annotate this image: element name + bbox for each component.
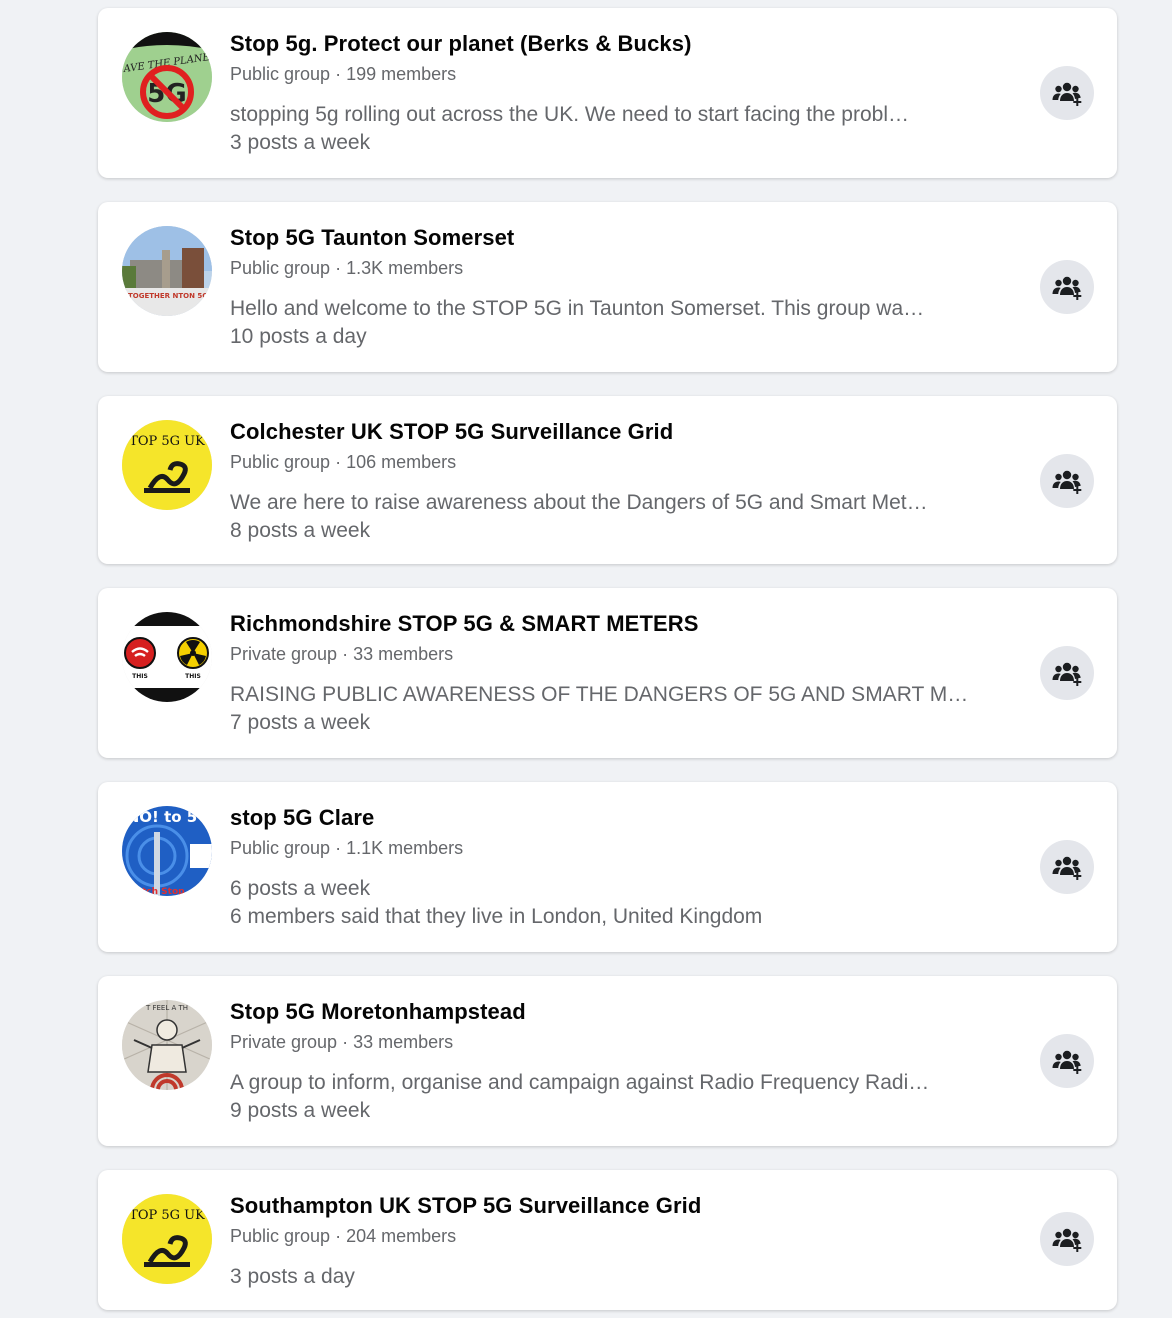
svg-text:THIS: THIS [185, 673, 201, 680]
group-activity: 10 posts a day [230, 325, 367, 348]
group-card[interactable]: TOP 5G UK Southampton UK STOP 5G Surveil… [98, 1170, 1117, 1310]
group-card[interactable]: TOGETHER NTON 5G FREE Stop 5G Taunton So… [98, 202, 1117, 372]
group-members: 106 members [346, 452, 457, 472]
group-avatar[interactable]: NO! to 5 tch Stop [122, 806, 212, 896]
group-meta: Public group · 204 members [230, 1226, 456, 1247]
group-avatar[interactable]: SAVE THE PLANET 5G [122, 32, 212, 122]
svg-text:TOP 5G UK: TOP 5G UK [129, 1208, 205, 1223]
group-meta: Public group · 1.1K members [230, 838, 463, 859]
group-avatar[interactable]: TOP 5G UK [122, 1194, 212, 1284]
join-group-button[interactable] [1040, 454, 1094, 508]
group-privacy: Public group [230, 64, 331, 84]
join-group-button[interactable] [1040, 1034, 1094, 1088]
group-members: 1.3K members [346, 258, 464, 278]
group-activity: 3 posts a week [230, 131, 371, 154]
group-name[interactable]: Stop 5G Moretonhampstead [230, 999, 526, 1025]
group-name[interactable]: Richmondshire STOP 5G & SMART METERS [230, 611, 699, 637]
group-card[interactable]: THIS THIS Richmondshire STOP 5G & SMART … [98, 588, 1117, 758]
group-description: RAISING PUBLIC AWARENESS OF THE DANGERS … [230, 683, 969, 706]
group-name[interactable]: Southampton UK STOP 5G Surveillance Grid [230, 1193, 701, 1219]
meta-separator: · [330, 64, 347, 84]
group-avatar[interactable]: TOGETHER NTON 5G FREE [122, 226, 212, 316]
group-meta: Private group · 33 members [230, 644, 453, 665]
meta-separator: · [337, 644, 354, 664]
group-avatar[interactable]: THIS THIS [122, 612, 212, 702]
group-card[interactable]: SAVE THE PLANET 5G Stop 5g. Protect our … [98, 8, 1117, 178]
group-description: stopping 5g rolling out across the UK. W… [230, 103, 909, 126]
group-members: 199 members [346, 64, 457, 84]
group-activity: 3 posts a day [230, 1265, 355, 1288]
join-group-button[interactable] [1040, 840, 1094, 894]
join-group-button[interactable] [1040, 1212, 1094, 1266]
group-join-icon [1052, 470, 1082, 494]
group-join-icon [1052, 662, 1082, 686]
group-activity: 9 posts a week [230, 1099, 371, 1122]
join-group-button[interactable] [1040, 260, 1094, 314]
svg-text:TOP 5G UK: TOP 5G UK [129, 434, 205, 449]
group-privacy: Public group [230, 1226, 331, 1246]
group-privacy: Private group [230, 1032, 338, 1052]
group-privacy: Public group [230, 838, 331, 858]
group-card[interactable]: T FEEL A TH Stop 5G Moretonhampstead Pri… [98, 976, 1117, 1146]
group-name[interactable]: Colchester UK STOP 5G Surveillance Grid [230, 419, 673, 445]
group-meta: Public group · 1.3K members [230, 258, 463, 279]
meta-separator: · [330, 452, 347, 472]
meta-separator: · [330, 1226, 347, 1246]
group-description: We are here to raise awareness about the… [230, 491, 928, 514]
group-name[interactable]: stop 5G Clare [230, 805, 374, 831]
group-card[interactable]: NO! to 5 tch Stop stop 5G Clare Public g… [98, 782, 1117, 952]
group-meta: Public group · 106 members [230, 452, 456, 473]
group-description: Hello and welcome to the STOP 5G in Taun… [230, 297, 925, 320]
svg-text:THIS: THIS [132, 673, 148, 680]
group-join-icon [1052, 856, 1082, 880]
group-avatar[interactable]: T FEEL A TH [122, 1000, 212, 1090]
meta-separator: · [330, 258, 347, 278]
group-join-icon [1052, 1228, 1082, 1252]
group-members: 33 members [353, 644, 454, 664]
group-meta: Private group · 33 members [230, 1032, 453, 1053]
group-name[interactable]: Stop 5g. Protect our planet (Berks & Buc… [230, 31, 692, 57]
group-members: 33 members [353, 1032, 454, 1052]
group-activity: 7 posts a week [230, 711, 371, 734]
group-privacy: Public group [230, 258, 331, 278]
group-card[interactable]: TOP 5G UK Colchester UK STOP 5G Surveill… [98, 396, 1117, 564]
group-join-icon [1052, 82, 1082, 106]
group-privacy: Private group [230, 644, 338, 664]
group-description: A group to inform, organise and campaign… [230, 1071, 930, 1094]
group-avatar[interactable]: TOP 5G UK [122, 420, 212, 510]
svg-text:T FEEL A TH: T FEEL A TH [145, 1004, 188, 1012]
group-meta: Public group · 199 members [230, 64, 456, 85]
group-privacy: Public group [230, 452, 331, 472]
join-group-button[interactable] [1040, 646, 1094, 700]
group-activity: 6 posts a week [230, 877, 371, 900]
svg-text:tch Stop: tch Stop [142, 887, 185, 896]
group-location-info: 6 members said that they live in London,… [230, 905, 763, 928]
group-join-icon [1052, 1050, 1082, 1074]
svg-text:TOGETHER NTON 5G FREE: TOGETHER NTON 5G FREE [128, 292, 212, 300]
group-members: 1.1K members [346, 838, 464, 858]
svg-text:NO! to 5: NO! to 5 [127, 808, 198, 826]
group-name[interactable]: Stop 5G Taunton Somerset [230, 225, 514, 251]
group-join-icon [1052, 276, 1082, 300]
group-activity: 8 posts a week [230, 519, 371, 542]
meta-separator: · [330, 838, 347, 858]
join-group-button[interactable] [1040, 66, 1094, 120]
group-members: 204 members [346, 1226, 457, 1246]
meta-separator: · [337, 1032, 354, 1052]
